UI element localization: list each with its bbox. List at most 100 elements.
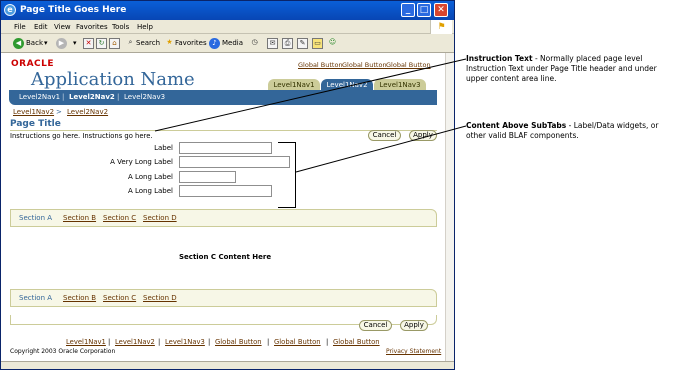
level2-nav-item-1[interactable]: Level2Nav1 [19,90,60,105]
footer-link-level1nav2[interactable]: Level1Nav2 [115,338,155,346]
back-label: Back [26,39,43,47]
footer-link-global-2[interactable]: Global Button [274,338,321,346]
media-icon: ♪ [209,37,220,49]
messenger-icon: ☺ [328,37,337,46]
page-content: ORACLE Application Name Global Button Gl… [1,53,454,361]
apply-button-bottom[interactable]: Apply [400,320,428,331]
oracle-logo: ORACLE [11,59,55,69]
maximize-button[interactable]: □ [417,3,431,17]
discuss-button[interactable]: ▭ [312,37,323,50]
page-title: Page Title [10,119,61,129]
back-arrow-icon: ◀ [13,37,24,49]
app-name: Application Name [31,69,195,90]
subtab-section-d[interactable]: Section D [143,294,177,302]
subtab-section-c[interactable]: Section C [103,214,136,222]
favorites-label: Favorites [175,39,207,47]
cancel-button[interactable]: Cancel [368,130,401,141]
print-icon: ⎙ [282,37,293,49]
media-button[interactable]: ♪ Media [209,37,243,50]
field-input-4[interactable] [179,185,272,197]
search-icon: ⌕ [128,37,133,46]
subtab-section-c[interactable]: Section C [103,294,136,302]
subtab-section-b[interactable]: Section B [63,294,96,302]
global-button-1[interactable]: Global Button [298,61,343,69]
vertical-scrollbar[interactable] [445,53,454,361]
forward-button[interactable]: ▶ [56,37,69,50]
footer-separator: | [158,338,161,346]
breadcrumb-level2[interactable]: Level2Nav2 [67,108,108,116]
field-input-3[interactable] [179,171,236,183]
footer-separator: | [326,338,329,346]
field-label-3: A Long Label [127,173,173,181]
level2-nav-bar: Level2Nav1 | Level2Nav2 | Level2Nav3 [9,90,437,105]
internet-explorer-icon: e [4,4,16,16]
search-label: Search [136,39,161,47]
home-icon: ⌂ [109,37,120,49]
menu-file[interactable]: File [14,23,26,31]
title-bar: e Page Title Goes Here _ □ ✕ [1,1,454,20]
history-icon: ◷ [251,37,258,46]
print-button[interactable]: ⎙ [282,37,293,50]
window-title: Page Title Goes Here [20,5,127,15]
favorites-button[interactable]: ★ Favorites [164,37,207,50]
star-icon: ★ [166,37,173,46]
edit-button[interactable]: ✎ [297,37,308,50]
subtab-section-a[interactable]: Section A [19,214,52,222]
subtabs-bottom: Section A Section B Section C Section D [10,289,437,307]
home-button[interactable]: ⌂ [109,37,120,50]
apply-button[interactable]: Apply [409,130,437,141]
footer-link-level1nav1[interactable]: Level1Nav1 [66,338,106,346]
refresh-icon: ↻ [96,37,107,49]
global-button-2[interactable]: Global Button [342,61,387,69]
refresh-button[interactable]: ↻ [96,37,107,50]
stop-button[interactable]: ✕ [83,37,94,50]
footer-link-global-3[interactable]: Global Button [333,338,380,346]
history-button[interactable]: ◷ [249,37,260,50]
dropdown-arrow-icon[interactable]: ▾ [44,37,48,50]
field-input-2[interactable] [179,156,290,168]
subtab-section-d[interactable]: Section D [143,214,177,222]
footer-separator: | [267,338,270,346]
field-label-2: A Very Long Label [110,158,173,166]
annotation-instruction: Instruction Text - Normally placed page … [466,54,671,84]
footer-separator: | [108,338,111,346]
menu-help[interactable]: Help [137,23,153,31]
mail-button[interactable]: ✉ [267,37,278,50]
breadcrumb-level1[interactable]: Level1Nav2 [13,108,54,116]
back-button[interactable]: ◀ Back [13,37,43,50]
forward-arrow-icon: ▶ [56,37,67,49]
discuss-icon: ▭ [312,37,323,49]
field-input-1[interactable] [179,142,272,154]
subtab-section-b[interactable]: Section B [63,214,96,222]
close-button[interactable]: ✕ [434,3,448,17]
level2-nav-separator: | [62,93,65,101]
menu-tools[interactable]: Tools [112,23,129,31]
windows-logo-icon: ⚑ [430,20,452,34]
field-label-1: Label [154,144,173,152]
dropdown-arrow-icon[interactable]: ▾ [73,37,77,50]
menu-edit[interactable]: Edit [34,23,48,31]
privacy-statement-link[interactable]: Privacy Statement [386,348,441,355]
subtabs-top: Section A Section B Section C Section D [10,209,437,227]
stop-icon: ✕ [83,37,94,49]
breadcrumb-separator: > [56,108,62,116]
footer-link-global-1[interactable]: Global Button [215,338,262,346]
minimize-button[interactable]: _ [401,3,415,17]
search-button[interactable]: ⌕ Search [125,37,161,50]
annotation-instruction-title: Instruction Text [466,54,533,63]
footer-separator: | [208,338,211,346]
messenger-button[interactable]: ☺ [327,37,338,50]
footer-link-level1nav3[interactable]: Level1Nav3 [165,338,205,346]
menu-view[interactable]: View [54,23,71,31]
browser-window: e Page Title Goes Here _ □ ✕ File Edit V… [0,0,455,370]
menu-bar: File Edit View Favorites Tools Help ⚑ [1,20,454,34]
status-bar [1,361,454,369]
level2-nav-item-3[interactable]: Level2Nav3 [124,90,165,105]
instruction-text: Instructions go here. Instructions go he… [10,132,153,140]
level2-nav-item-2[interactable]: Level2Nav2 [69,90,115,105]
cancel-button-bottom[interactable]: Cancel [359,320,392,331]
global-button-3[interactable]: Global Button [386,61,431,69]
annotation-content-above-title: Content Above SubTabs [466,121,567,130]
menu-favorites[interactable]: Favorites [76,23,108,31]
subtab-section-a[interactable]: Section A [19,294,52,302]
